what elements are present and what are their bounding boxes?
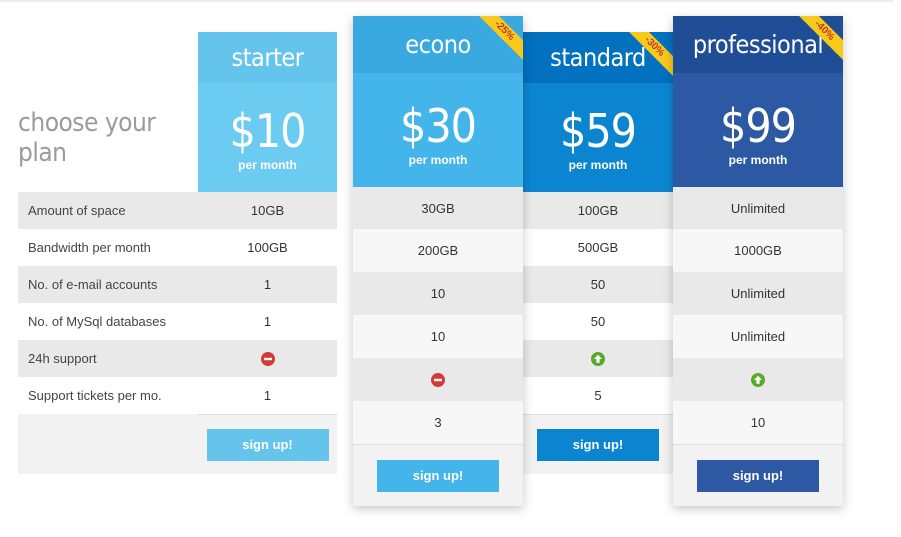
plan-value-icon [198, 340, 337, 377]
top-divider [0, 0, 893, 2]
plan-price-block: $59 per month [523, 83, 673, 192]
sign-up-button-standard[interactable]: sign up! [537, 428, 659, 461]
plan-period: per month [238, 158, 297, 172]
plan-footer: sign up! [673, 444, 843, 506]
plan-value: 200GB [353, 229, 523, 272]
sign-up-button-professional[interactable]: sign up! [697, 459, 819, 492]
plan-column-standard: standard $59 per month -30% 100GB 500GB … [523, 32, 673, 474]
plan-value: 3 [353, 401, 523, 444]
discount-badge: -30% [629, 32, 673, 76]
plan-value: 10 [353, 315, 523, 358]
plan-value-icon [523, 340, 673, 377]
feature-label: Bandwidth per month [18, 229, 198, 266]
feature-label: No. of MySql databases [18, 303, 198, 340]
yes-icon [751, 372, 765, 387]
feature-label: Amount of space [18, 192, 198, 229]
plan-header: starter $10 per month [198, 32, 337, 192]
plan-price: $99 [720, 99, 797, 153]
discount-badge: -40% [799, 16, 843, 60]
yes-icon [591, 351, 605, 366]
plan-column-econo: econo $30 per month -25% 30GB 200GB 10 1… [353, 16, 523, 506]
feature-labels-footer [18, 414, 198, 474]
plan-period: per month [568, 158, 628, 172]
plan-period: per month [728, 153, 788, 167]
plan-price-block: $10 per month [198, 83, 337, 192]
plan-value: Unlimited [673, 272, 843, 315]
plan-header: standard $59 per month -30% [523, 32, 673, 192]
plan-price: $10 [229, 104, 307, 158]
plan-footer: sign up! [523, 414, 673, 474]
plan-header: econo $30 per month -25% [353, 16, 523, 187]
plan-value: 1 [198, 266, 337, 303]
plan-value: 30GB [353, 187, 523, 229]
no-icon [431, 372, 445, 387]
sign-up-button-econo[interactable]: sign up! [377, 459, 499, 492]
plan-value: 10GB [198, 192, 337, 229]
no-icon [260, 351, 275, 366]
plan-footer: sign up! [353, 444, 523, 506]
plan-value: Unlimited [673, 315, 843, 358]
plan-value: 5 [523, 377, 673, 414]
plan-value: 500GB [523, 229, 673, 266]
plan-name: starter [231, 43, 304, 72]
plan-value: 1 [198, 303, 337, 340]
plan-value: 10 [673, 401, 843, 444]
plan-price-block: $30 per month [353, 73, 523, 187]
plan-price-block: $99 per month [673, 73, 843, 187]
discount-ribbon: -25% [479, 16, 523, 60]
plan-value: 100GB [523, 192, 673, 229]
plan-value: Unlimited [673, 187, 843, 229]
plan-value-icon [353, 358, 523, 401]
plan-value: 100GB [198, 229, 337, 266]
discount-ribbon: -30% [629, 32, 673, 76]
plan-value: 50 [523, 303, 673, 340]
discount-badge: -25% [479, 16, 523, 60]
plan-column-professional: professional $99 per month -40% Unlimite… [673, 16, 843, 506]
feature-labels: Amount of space Bandwidth per month No. … [18, 192, 198, 414]
plan-footer: sign up! [198, 414, 337, 474]
plan-column-starter: starter $10 per month 10GB 100GB 1 1 1 s… [198, 32, 337, 474]
plan-value: 50 [523, 266, 673, 303]
plan-header: professional $99 per month -40% [673, 16, 843, 187]
plan-period: per month [408, 153, 468, 167]
feature-label: Support tickets per mo. [18, 377, 198, 414]
sign-up-button-starter[interactable]: sign up! [206, 428, 329, 461]
plan-value-icon [673, 358, 843, 401]
plan-value: 1000GB [673, 229, 843, 272]
plan-value: 10 [353, 272, 523, 315]
discount-ribbon: -40% [799, 16, 843, 60]
feature-label: 24h support [18, 340, 198, 377]
feature-label: No. of e-mail accounts [18, 266, 198, 303]
plan-price: $30 [400, 99, 477, 153]
plan-price: $59 [560, 104, 637, 158]
page-title: choose your plan [18, 108, 156, 168]
plan-value: 1 [198, 377, 337, 414]
